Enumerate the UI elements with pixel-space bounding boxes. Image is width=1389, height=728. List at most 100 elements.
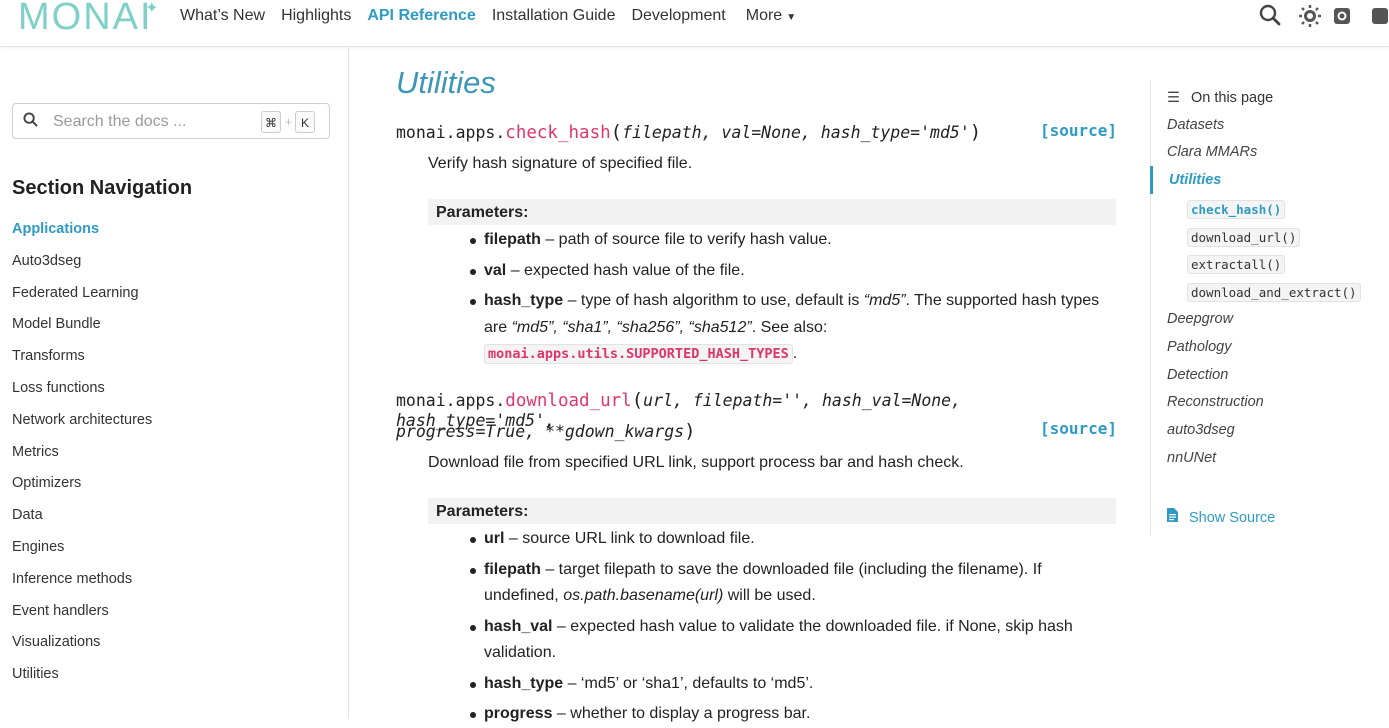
param-name: filepath — [484, 231, 541, 248]
toc-sub-download-url[interactable]: download_url() — [1187, 228, 1301, 247]
parameters-header: Parameters: — [428, 498, 1116, 524]
toc-item-detection[interactable]: Detection — [1167, 367, 1228, 383]
page-title: Utilities — [396, 65, 496, 100]
function-name: download_url — [505, 391, 632, 411]
sidebar-item-event-handlers[interactable]: Event handlers — [12, 602, 152, 634]
function-description: Verify hash signature of specified file. — [428, 155, 693, 172]
sidebar-item-federated-learning[interactable]: Federated Learning — [12, 284, 152, 316]
function-description: Download file from specified URL link, s… — [428, 454, 964, 471]
top-icons — [1259, 4, 1389, 28]
param-item: url – source URL link to download file. — [470, 526, 1116, 553]
sidebar-item-applications[interactable]: Applications — [12, 220, 152, 252]
function-name: check_hash — [505, 123, 611, 143]
list-icon: ☰ — [1167, 90, 1180, 106]
chevron-down-icon: ▼ — [786, 12, 797, 23]
toc-item-deepgrow[interactable]: Deepgrow — [1167, 311, 1233, 327]
nav-whats-new[interactable]: What’s New — [180, 6, 265, 28]
toc-item-clara-mmars[interactable]: Clara MMARs — [1167, 144, 1257, 160]
toc-sub-extractall[interactable]: extractall() — [1187, 255, 1286, 274]
toc-item-utilities[interactable]: Utilities — [1169, 172, 1221, 188]
show-source-label: Show Source — [1189, 510, 1276, 526]
sidebar-item-model-bundle[interactable]: Model Bundle — [12, 315, 152, 347]
sidebar-item-inference-methods[interactable]: Inference methods — [12, 570, 152, 602]
github-icon[interactable] — [1334, 8, 1350, 29]
supported-hash-types-link[interactable]: monai.apps.utils.SUPPORTED_HASH_TYPES — [484, 344, 793, 364]
module-prefix: monai.apps. — [396, 123, 506, 142]
section-nav-list: Applications Auto3dseg Federated Learnin… — [12, 220, 152, 697]
check-hash-signature: monai.apps.check_hash(filepath, val=None… — [396, 121, 981, 143]
toc-active-indicator — [1150, 166, 1153, 194]
module-prefix: monai.apps. — [396, 391, 506, 410]
param-types: “md5”, “sha1”, “sha256”, “sha512” — [511, 318, 752, 336]
function-args: filepath, val=None, hash_type='md5' — [622, 123, 970, 142]
nav-development[interactable]: Development — [631, 6, 725, 28]
source-link[interactable]: [source] — [1040, 121, 1117, 140]
download-url-signature-cont: progress=True, **gdown_kwargs) — [396, 420, 696, 442]
toc-item-nnunet[interactable]: nnUNet — [1167, 450, 1216, 466]
toc-sub-download-and-extract[interactable]: download_and_extract() — [1187, 283, 1361, 302]
param-desc: – whether to display a progress bar. — [552, 705, 811, 722]
param-item: filepath – path of source file to verify… — [470, 227, 1116, 254]
sidebar-item-utilities[interactable]: Utilities — [12, 665, 152, 697]
param-desc: – ‘md5’ or ‘sha1’, defaults to ‘md5’. — [563, 674, 814, 692]
logo-sparkle-icon: ✦ — [145, 0, 161, 17]
sidebar-item-optimizers[interactable]: Optimizers — [12, 474, 152, 506]
open-paren: ( — [610, 121, 623, 143]
sidebar-item-visualizations[interactable]: Visualizations — [12, 633, 152, 665]
parameters-list: filepath – path of source file to verify… — [470, 227, 1116, 368]
search-box[interactable]: Search the docs ... ⌘ + K — [12, 103, 330, 139]
param-name: url — [484, 530, 505, 547]
toc-item-datasets[interactable]: Datasets — [1167, 117, 1224, 133]
toc-header: ☰ On this page — [1167, 90, 1273, 106]
theme-toggle-icon[interactable] — [1298, 4, 1322, 33]
param-name: val — [484, 261, 507, 279]
sidebar-item-data[interactable]: Data — [12, 506, 152, 538]
param-desc: – expected hash value to validate the do… — [484, 617, 1073, 662]
param-default: “md5” — [863, 292, 906, 309]
monai-logo[interactable]: MONAI ✦ — [18, 0, 159, 39]
on-this-page-toc: ☰ On this page Datasets Clara MMARs Utili… — [1150, 80, 1389, 536]
parameters-label: Parameters: — [436, 503, 529, 520]
toc-item-reconstruction[interactable]: Reconstruction — [1167, 394, 1264, 410]
sidebar-item-auto3dseg[interactable]: Auto3dseg — [12, 252, 152, 284]
nav-api-reference[interactable]: API Reference — [367, 6, 476, 28]
param-name: hash_val — [484, 617, 553, 635]
param-item: hash_type – type of hash algorithm to us… — [470, 288, 1116, 368]
param-item: hash_val – expected hash value to valida… — [470, 614, 1116, 667]
top-navbar: MONAI ✦ What’s New Highlights API Referen… — [0, 0, 1389, 47]
k-key: K — [295, 111, 315, 133]
close-paren: ) — [684, 420, 696, 442]
param-desc: – expected hash value of the file. — [506, 261, 745, 279]
nav-installation-guide[interactable]: Installation Guide — [492, 6, 616, 28]
search-input[interactable]: Search the docs ... — [53, 113, 186, 131]
open-paren: ( — [631, 389, 644, 411]
search-icon[interactable] — [1259, 4, 1281, 31]
sidebar-item-loss-functions[interactable]: Loss functions — [12, 379, 152, 411]
logo-text: MONAI — [18, 0, 153, 38]
function-args: progress=True, **gdown_kwargs — [396, 422, 685, 441]
sidebar-item-network-architectures[interactable]: Network architectures — [12, 411, 152, 443]
sidebar-item-engines[interactable]: Engines — [12, 538, 152, 570]
param-item: progress – whether to display a progress… — [470, 701, 1116, 728]
param-name: hash_type — [484, 674, 564, 692]
param-desc: – source URL link to download file. — [504, 530, 755, 547]
sidebar-item-transforms[interactable]: Transforms — [12, 347, 152, 379]
sidebar-item-metrics[interactable]: Metrics — [12, 443, 152, 475]
cmd-key: ⌘ — [261, 111, 281, 133]
param-item: filepath – target filepath to save the d… — [470, 557, 1116, 610]
param-name: progress — [484, 705, 553, 722]
param-item: val – expected hash value of the file. — [470, 258, 1116, 285]
toc-sub-check-hash[interactable]: check_hash() — [1187, 200, 1286, 219]
toc-item-pathology[interactable]: Pathology — [1167, 339, 1232, 355]
show-source-link[interactable]: Show Source — [1167, 508, 1275, 526]
source-link[interactable]: [source] — [1040, 419, 1117, 438]
param-code: os.path.basename(url) — [563, 587, 724, 604]
toc-item-auto3dseg[interactable]: auto3dseg — [1167, 422, 1235, 438]
toc-header-label: On this page — [1191, 90, 1274, 106]
param-desc: – type of hash algorithm to use, default… — [563, 292, 864, 309]
nav-more-dropdown[interactable]: More ▼ — [746, 6, 796, 28]
parameters-label: Parameters: — [436, 204, 529, 221]
nav-highlights[interactable]: Highlights — [281, 6, 351, 28]
param-end: . — [792, 345, 798, 362]
expand-icon[interactable] — [1372, 8, 1388, 29]
